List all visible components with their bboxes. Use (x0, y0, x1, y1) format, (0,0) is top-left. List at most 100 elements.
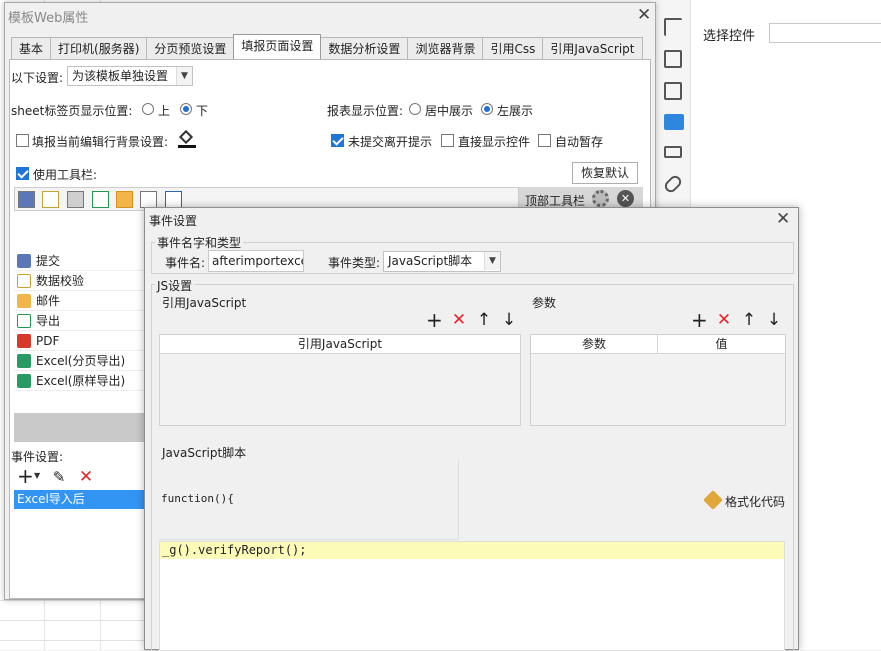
list-item[interactable]: Excel(原样导出) (14, 371, 154, 391)
params-table: 参数 值 (530, 334, 786, 426)
list-item-label: Excel(原样导出) (36, 374, 126, 388)
print-icon[interactable] (67, 191, 84, 208)
setting-select-value: 为该模板单独设置 (72, 69, 169, 83)
validate-icon[interactable] (42, 191, 59, 208)
value-column-header: 值 (658, 335, 785, 354)
report-pos-label: 报表显示位置: (327, 104, 404, 118)
event-name-label: 事件名: (165, 256, 206, 270)
radio-report-center[interactable] (409, 103, 421, 115)
tab-printer[interactable]: 打印机(服务器) (50, 37, 148, 61)
list-item[interactable]: 数据校验 (14, 271, 154, 291)
checkbox-direct-widget-label: 直接显示控件 (458, 135, 531, 149)
email-icon (17, 294, 31, 308)
radio-report-left[interactable] (481, 103, 493, 115)
checkbox-use-toolbar[interactable] (16, 167, 29, 180)
tree-icon[interactable] (140, 191, 157, 208)
excel-icon (17, 374, 31, 388)
delete-icon[interactable]: ✕ (716, 312, 732, 329)
list-item[interactable]: Excel(分页导出) (14, 351, 154, 371)
window-icon[interactable] (165, 191, 182, 208)
script-label: JavaScript脚本 (162, 446, 247, 460)
ref-js-table: 引用JavaScript (159, 334, 521, 426)
ref-js-column-header: 引用JavaScript (160, 335, 520, 354)
radio-sheet-bottom-label: 下 (196, 104, 209, 118)
frame-icon[interactable] (664, 82, 682, 100)
group-title: 事件名字和类型 (155, 234, 244, 251)
format-code-button[interactable]: 格式化代码 (725, 493, 785, 510)
down-arrow-icon[interactable]: ↓ (501, 312, 517, 329)
event-item-selected[interactable]: Excel导入后 (14, 490, 154, 509)
restore-default-button[interactable]: 恢复默认 (572, 162, 638, 184)
event-name-input[interactable]: afterimportexcel (208, 250, 304, 272)
delete-icon[interactable]: ✕ (451, 312, 467, 329)
email-icon[interactable] (116, 191, 133, 208)
image-widget-icon[interactable] (664, 50, 682, 68)
checkbox-autosave-label: 自动暂存 (555, 135, 604, 149)
paint-bucket-icon[interactable] (178, 129, 196, 148)
validate-icon (17, 274, 31, 288)
code-line[interactable]: _g().verifyReport(); (160, 542, 784, 559)
link-icon[interactable] (662, 173, 684, 195)
radio-sheet-bottom[interactable] (180, 103, 192, 115)
list-item[interactable]: 导出 (14, 311, 154, 331)
add-icon[interactable]: + (426, 310, 443, 330)
list-item[interactable]: PDF (14, 331, 154, 351)
window-title: 模板Web属性 (8, 11, 89, 26)
list-footer-bar (14, 413, 154, 442)
select-widget-input[interactable] (769, 23, 881, 43)
list-item-label: Excel(分页导出) (36, 354, 126, 368)
group-title: JS设置 (155, 277, 195, 294)
event-type-select[interactable]: JavaScript脚本 ▼ (383, 251, 501, 272)
events-list: Excel导入后 (14, 490, 154, 598)
save-icon (17, 254, 31, 268)
tab-browser-bg[interactable]: 浏览器背景 (407, 37, 484, 61)
radio-sheet-top[interactable] (142, 103, 154, 115)
tab-paging-preview[interactable]: 分页预览设置 (146, 37, 235, 61)
chevron-down-icon: ▼ (484, 252, 500, 270)
tab-fill-page[interactable]: 填报页面设置 (233, 34, 322, 61)
event-type-label: 事件类型: (328, 256, 381, 270)
checkbox-leave-prompt[interactable] (331, 134, 344, 147)
sheet-pos-label: sheet标签页显示位置: (11, 104, 133, 118)
chevron-down-icon[interactable]: ▼ (34, 471, 40, 480)
down-arrow-icon[interactable]: ↓ (766, 312, 782, 329)
checkbox-row-bg-label: 填报当前编辑行背景设置: (32, 135, 169, 149)
close-icon[interactable]: ✕ (617, 190, 634, 207)
radio-report-center-label: 居中展示 (425, 104, 474, 118)
list-item[interactable]: 邮件 (14, 291, 154, 311)
dropdown-widget-icon[interactable] (664, 114, 684, 130)
close-icon[interactable]: ✕ (776, 209, 790, 229)
tab-ref-css[interactable]: 引用Css (482, 37, 544, 61)
layout-icon[interactable] (664, 18, 682, 36)
pdf-icon (17, 334, 31, 348)
add-icon[interactable]: + (17, 466, 34, 486)
select-widget-label: 选择控件 (703, 29, 756, 44)
tab-data-analysis[interactable]: 数据分析设置 (320, 37, 409, 61)
tab-bar: 基本 打印机(服务器) 分页预览设置 填报页面设置 数据分析设置 浏览器背景 引用Css 引用… (11, 34, 643, 61)
save-icon[interactable] (18, 191, 35, 208)
up-arrow-icon[interactable]: ↑ (741, 312, 757, 329)
function-signature: function(){ (161, 492, 234, 505)
tab-ref-js[interactable]: 引用JavaScript (542, 37, 643, 61)
edit-icon[interactable]: ✎ (51, 469, 67, 486)
event-settings-dialog: 事件设置 ✕ 事件名字和类型 事件名: afterimportexcel 事件类… (144, 207, 799, 651)
list-item-label: 数据校验 (36, 274, 85, 288)
tab-basic[interactable]: 基本 (11, 37, 52, 61)
list-widget-icon[interactable] (664, 146, 682, 158)
up-arrow-icon[interactable]: ↑ (476, 312, 492, 329)
checkbox-direct-widget[interactable] (441, 134, 454, 147)
chevron-down-icon: ▼ (176, 67, 192, 85)
checkbox-row-bg[interactable] (16, 134, 29, 147)
close-icon[interactable]: ✕ (637, 5, 651, 25)
gear-icon[interactable] (592, 190, 609, 207)
checkbox-autosave[interactable] (538, 134, 551, 147)
export-icon[interactable] (92, 191, 109, 208)
ref-js-label: 引用JavaScript (162, 296, 247, 310)
setting-select[interactable]: 为该模板单独设置 ▼ (67, 66, 193, 86)
code-editor[interactable]: _g().verifyReport(); (159, 541, 785, 651)
add-icon[interactable]: + (691, 310, 708, 330)
list-item-label: 提交 (36, 254, 61, 268)
delete-icon[interactable]: ✕ (78, 469, 94, 486)
events-label: 事件设置: (11, 450, 64, 464)
list-item[interactable]: 提交 (14, 251, 154, 271)
